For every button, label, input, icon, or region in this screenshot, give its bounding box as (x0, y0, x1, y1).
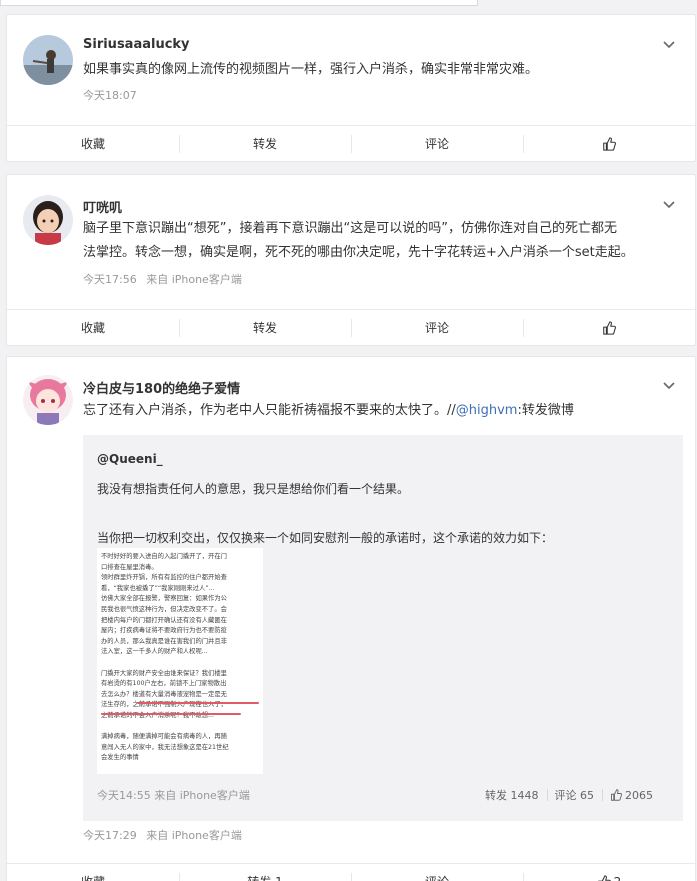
repost-stats: 转发 1448 评论 65 2065 (477, 787, 661, 803)
repost-image-text-line: 法入室，这一千多人的财产和人权呢... (101, 648, 208, 656)
chevron-down-icon[interactable] (661, 378, 677, 394)
repost-image-text-line (101, 658, 261, 669)
repost-image-text-line: 门撬开大家的财产安全由谁来保证？我们楼里 (101, 669, 227, 677)
action-bar: 收藏 转发 评论 (7, 309, 695, 345)
post-meta: 今天17:56 来自 iPhone客户端 (83, 271, 248, 287)
weibo-card: 叮咣叽 脑子里下意识蹦出“想死”，接着再下意识蹦出“这是可以说的吗”，仿佛你连对… (6, 174, 696, 346)
forward-button[interactable]: 转发 1 (179, 864, 351, 881)
mention-link[interactable]: @highvm (456, 403, 518, 418)
post-text-line: 脑子里下意识蹦出“想死”，接着再下意识蹦出“这是可以说的吗”，仿佛你连对自己的死… (83, 221, 617, 236)
repost-image-text: 不时好好的要入进自的入起门撬开了，开在门 口排查在屋里消毒。领时群里炸开锅，所有有… (101, 552, 261, 764)
post-time[interactable]: 今天17:56 (83, 273, 137, 286)
repost-like-count: 2065 (625, 788, 653, 802)
repost-meta: 今天14:55 来自 iPhone客户端 (97, 787, 250, 803)
repost-image-text-line: 屋内；打疾病毒证将不要政府行为也不要防疫 (101, 627, 227, 635)
chevron-down-icon[interactable] (661, 37, 677, 53)
repost-text-line: 我没有想指责任何人的意思，我只是想给你们看一个结果。 (97, 482, 410, 496)
search-bar-edge (0, 0, 697, 14)
repost-image-text-line: 领时群里炸开锅，所有有监控的住户都开始查 (101, 574, 227, 582)
post-source: 来自 iPhone客户端 (146, 273, 242, 286)
post-text: 脑子里下意识蹦出“想死”，接着再下意识蹦出“这是可以说的吗”，仿佛你连对自己的死… (83, 217, 634, 265)
repost-text-line: 当你把一切权利交出，仅仅换来一个如同安慰剂一般的承诺时，这个承诺的效力如下： (97, 531, 554, 545)
like-button[interactable]: 2 (523, 864, 695, 881)
repost-like-link[interactable]: 2065 (602, 787, 661, 803)
post-text: 忘了还有入户消杀，作为老中人只能祈祷福报不要来的太快了。//@highvm:转发… (83, 399, 574, 423)
avatar[interactable] (23, 35, 73, 85)
username[interactable]: Siriusaaalucky (83, 37, 190, 52)
post-text-line: 法掌控。转念一想，确实是啊，死不死的哪由你决定呢，先十字花转运+入户消杀一个se… (83, 245, 634, 260)
post-text: 如果事实真的像网上流传的视频图片一样，强行入户消杀，确实非常非常灾难。 (83, 62, 539, 77)
repost-image-text-line: 满掉病毒，随便满掉可能会有病毒的人，再随 (101, 733, 227, 741)
action-bar: 收藏 转发 评论 (7, 125, 695, 161)
post-meta: 今天17:29 来自 iPhone客户端 (83, 827, 248, 843)
post-time[interactable]: 今天18:07 (83, 89, 137, 102)
favorite-button[interactable]: 收藏 (7, 126, 179, 161)
repost-image-text-line: 去怎么办？楼道有大量消毒液宠物是一定是无 (101, 690, 227, 698)
post-meta: 今天18:07 (83, 87, 143, 103)
avatar[interactable] (23, 195, 73, 245)
repost-image-text-line: 意闯入无人的家中，我无法想象这是在21世纪 (101, 743, 229, 751)
repost-image[interactable]: 不时好好的要入进自的入起门撬开了，开在门 口排查在屋里消毒。领时群里炸开锅，所有有… (97, 548, 263, 774)
repost-image-text-line: 民我也很气愤这种行为，但决定改变不了。会 (101, 605, 227, 613)
repost-image-text-line: 仿佛大家全部在报警，警察回复：如果作为公 (101, 595, 227, 603)
like-button[interactable] (523, 310, 695, 345)
repost-image-text-line: 口排查在屋里消毒。 (101, 563, 158, 571)
username[interactable]: 叮咣叽 (83, 197, 122, 216)
thumbs-up-icon (611, 789, 622, 801)
post-text-main: 忘了还有入户消杀，作为老中人只能祈祷福报不要来的太快了。// (83, 403, 456, 418)
repost-image-text-line: 有岩烫的有100户左右，前锁不上门家物散出 (101, 680, 227, 688)
avatar[interactable] (23, 375, 73, 425)
post-text-tail: :转发微博 (517, 403, 574, 418)
thumbs-up-icon (603, 136, 616, 151)
red-underline (137, 702, 259, 704)
repost-image-text-line: 把楼内每户的门都打开确认还有没有人藏匿在 (101, 616, 227, 624)
weibo-card: 冷白皮与180的绝绝子爱情 忘了还有入户消杀，作为老中人只能祈祷福报不要来的太快… (6, 356, 696, 881)
repost-image-text-line: 办的人员，那么我真是谁在害我们的门并且非 (101, 637, 227, 645)
action-bar: 收藏 转发 1 评论 2 (7, 863, 695, 881)
repost-image-text-line: 不时好好的要入进自的入起门撬开了，开在门 (101, 553, 227, 560)
comment-button[interactable]: 评论 (351, 126, 523, 161)
username[interactable]: 冷白皮与180的绝绝子爱情 (83, 378, 240, 397)
comment-button[interactable]: 评论 (351, 864, 523, 881)
favorite-button[interactable]: 收藏 (7, 864, 179, 881)
like-button[interactable] (523, 126, 695, 161)
search-input-edge[interactable] (0, 0, 478, 6)
red-underline (101, 713, 241, 715)
thumbs-up-icon (603, 320, 616, 335)
repost-image-text-line: 看，“我家也被撬了”“我家刚刚来过人”... (101, 584, 215, 592)
repost-time[interactable]: 今天14:55 (97, 789, 151, 802)
post-time[interactable]: 今天17:29 (83, 829, 137, 842)
repost-forward-link[interactable]: 转发 1448 (477, 787, 547, 803)
weibo-card: Siriusaaalucky 如果事实真的像网上流传的视频图片一样，强行入户消杀… (6, 14, 696, 162)
chevron-down-icon[interactable] (661, 197, 677, 213)
repost-image-text-line: 会发生的事情 (101, 754, 139, 762)
comment-button[interactable]: 评论 (351, 310, 523, 345)
repost-username[interactable]: @Queeni_ (97, 452, 163, 466)
post-source: 来自 iPhone客户端 (146, 829, 242, 842)
repost-source: 来自 iPhone客户端 (154, 789, 250, 802)
reposted-content: @Queeni_ 我没有想指责任何人的意思，我只是想给你们看一个结果。 当你把一… (83, 435, 683, 821)
forward-button[interactable]: 转发 (179, 126, 351, 161)
forward-button[interactable]: 转发 (179, 310, 351, 345)
thumbs-up-icon (597, 874, 611, 881)
repost-image-text-line (101, 722, 261, 733)
repost-comment-link[interactable]: 评论 65 (546, 787, 603, 803)
like-count: 2 (614, 875, 622, 881)
favorite-button[interactable]: 收藏 (7, 310, 179, 345)
